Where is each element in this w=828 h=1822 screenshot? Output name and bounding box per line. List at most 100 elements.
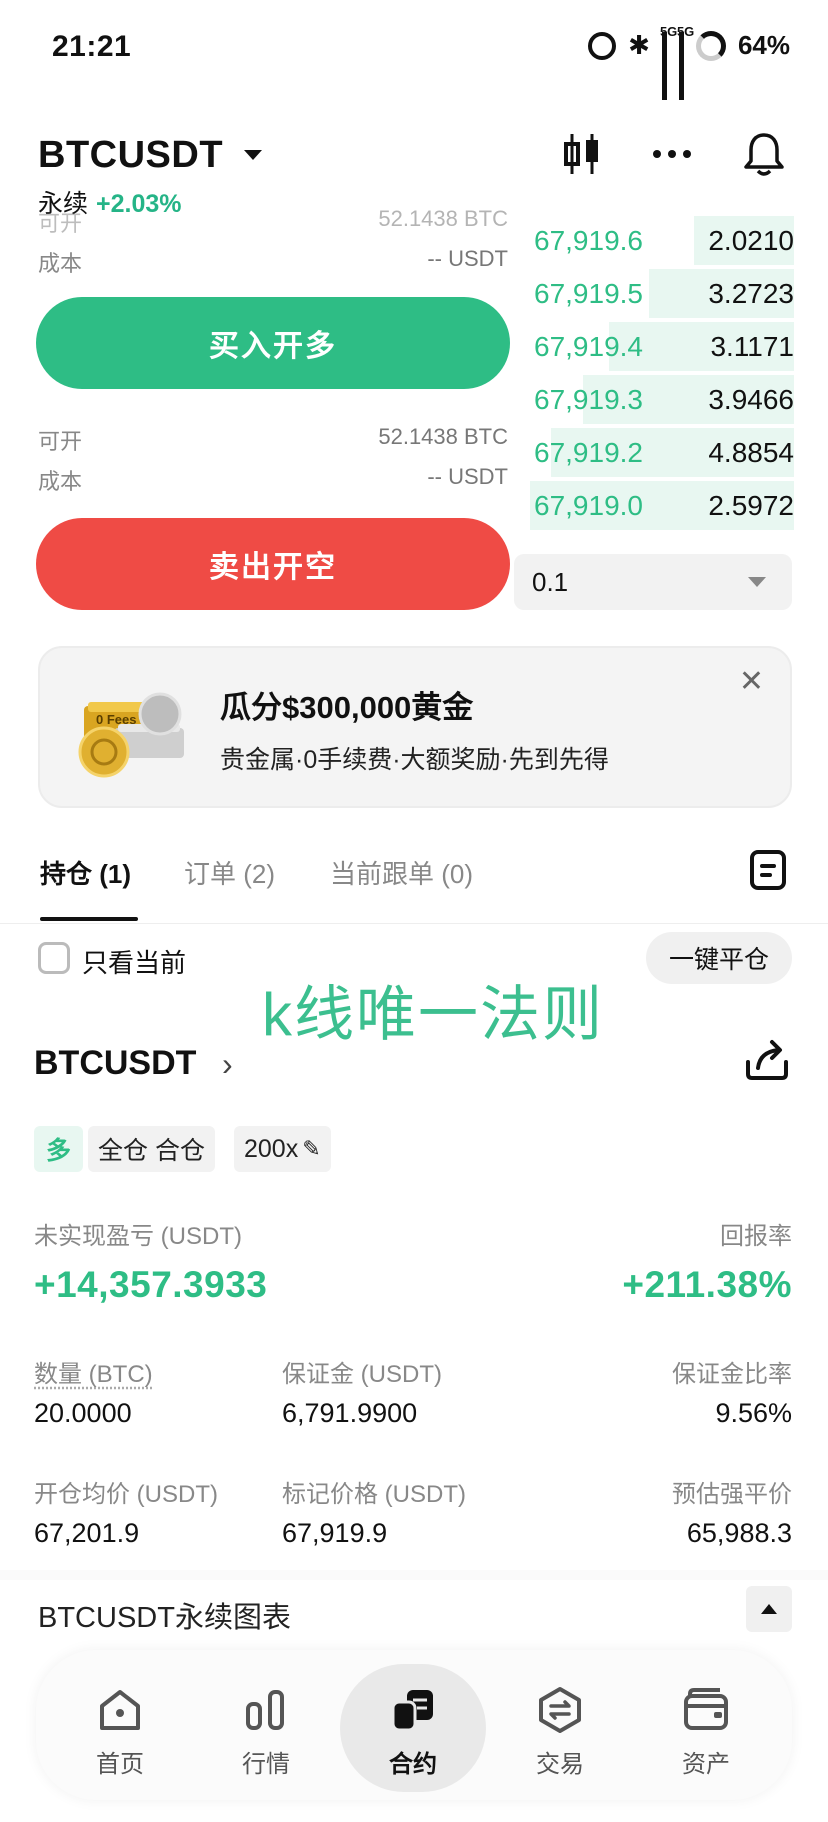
chart-collapse-button[interactable] [746, 1586, 792, 1632]
orderbook-row[interactable]: 67,919.3 3.9466 [530, 373, 794, 426]
roe-value: +211.38% [622, 1264, 792, 1305]
orderbook-qty: 2.5972 [708, 489, 794, 521]
margin-value: 6,791.9900 [282, 1398, 418, 1428]
futures-icon [389, 1686, 437, 1734]
tab-orders[interactable]: 订单 (2) [184, 854, 275, 891]
alarm-icon [588, 31, 617, 60]
nav-item-trade[interactable]: 交易 [490, 1650, 630, 1800]
chevron-right-icon[interactable]: › [222, 1046, 233, 1083]
leverage-badge[interactable]: 200x ✎ [234, 1126, 331, 1172]
document-icon[interactable] [750, 850, 786, 890]
position-pair[interactable]: BTCUSDT [34, 1044, 196, 1083]
entry-price-label: 开仓均价 (USDT) [34, 1481, 218, 1508]
trade-icon [536, 1686, 584, 1734]
position-tabs: 持仓 (1) 订单 (2) 当前跟单 (0) [0, 840, 828, 926]
liq-price-label: 预估强平价 [672, 1481, 792, 1508]
signal-label: 5G [676, 23, 695, 39]
available-value: 52.1438 BTC [378, 424, 508, 449]
signal-label: 5G [659, 23, 678, 39]
orderbook-price: 67,919.4 [534, 330, 643, 362]
edit-icon: ✎ [302, 1136, 321, 1161]
upnl-value: +14,357.3933 [34, 1264, 268, 1305]
gold-coins-icon: 0 Fees [74, 686, 190, 786]
signal-5g-icon: 5G [660, 24, 677, 100]
status-bar: 21:21 ✱ 5G 5G 64% [0, 0, 828, 100]
orderbook-qty: 2.0210 [708, 224, 794, 256]
cost-value: -- USDT [427, 464, 508, 489]
margin-ratio-value: 9.56% [715, 1398, 792, 1428]
nav-label: 交易 [536, 1751, 584, 1778]
bottom-nav: 首页 行情 合约 交易 资产 [36, 1650, 792, 1800]
status-time: 21:21 [52, 30, 132, 63]
wallet-icon [682, 1686, 730, 1734]
nav-item-home[interactable]: 首页 [50, 1650, 190, 1800]
orderbook-row[interactable]: 67,919.2 4.8854 [530, 426, 794, 479]
available-value: 52.1438 BTC [378, 206, 508, 231]
nav-item-futures[interactable]: 合约 [343, 1650, 483, 1800]
nav-label: 首页 [96, 1751, 144, 1778]
available-row-faded: 可开 52.1438 BTC [38, 206, 508, 238]
nav-item-assets[interactable]: 资产 [636, 1650, 776, 1800]
share-icon[interactable] [744, 1036, 790, 1082]
nav-item-market[interactable]: 行情 [196, 1650, 336, 1800]
cost-row: 成本 -- USDT [38, 464, 508, 496]
tab-copy-trading[interactable]: 当前跟单 (0) [330, 854, 473, 891]
orderbook-price: 67,919.2 [534, 436, 643, 468]
section-separator [0, 1570, 828, 1580]
caret-up-icon [761, 1604, 777, 1614]
buy-long-button[interactable]: 买入开多 [36, 297, 510, 389]
margin-ratio-label: 保证金比率 [672, 1361, 792, 1388]
signal-5g-icon: 5G [677, 24, 694, 100]
leverage-value: 200x [244, 1134, 299, 1163]
cost-label: 成本 [38, 469, 83, 494]
more-icon[interactable] [648, 130, 696, 178]
pair-selector[interactable]: BTCUSDT [38, 134, 223, 177]
liq-price-value: 65,988.3 [686, 1518, 792, 1548]
nav-label: 合约 [389, 1751, 437, 1778]
battery-ring-icon [695, 30, 726, 61]
orderbook-qty: 4.8854 [708, 436, 794, 468]
entry-price-value: 67,201.9 [34, 1518, 140, 1548]
bluetooth-icon: ✱ [628, 30, 650, 60]
only-current-label: 只看当前 [82, 948, 187, 978]
cost-label: 成本 [38, 251, 83, 276]
tab-positions[interactable]: 持仓 (1) [40, 854, 131, 891]
watermark-text: k线唯一法则 [262, 981, 604, 1048]
orderbook-row[interactable]: 67,919.6 2.0210 [530, 214, 794, 267]
bell-icon[interactable] [740, 130, 788, 178]
sell-short-button[interactable]: 卖出开空 [36, 518, 510, 610]
cost-row-faded: 成本 -- USDT [38, 246, 508, 278]
orderbook-row[interactable]: 67,919.4 3.1171 [530, 320, 794, 373]
order-book: 67,919.6 2.0210 67,919.5 3.2723 67,919.4 3.11… [530, 214, 794, 532]
promo-subtitle: 贵金属·0手续费·大额奖励·先到先得 [220, 746, 609, 774]
cost-value: -- USDT [427, 246, 508, 271]
close-all-button[interactable]: 一键平仓 [646, 932, 792, 984]
depth-precision-value: 0.1 [532, 566, 569, 597]
battery-level: 64% [737, 30, 790, 60]
margin-label: 保证金 (USDT) [282, 1361, 442, 1388]
mark-price-value: 67,919.9 [282, 1518, 388, 1548]
mark-price-label: 标记价格 (USDT) [282, 1481, 466, 1508]
orderbook-row[interactable]: 67,919.0 2.5972 [530, 479, 794, 532]
chart-section-title[interactable]: BTCUSDT永续图表 [38, 1594, 291, 1636]
candlestick-icon[interactable] [558, 130, 606, 178]
orderbook-price: 67,919.6 [534, 224, 643, 256]
market-icon [242, 1686, 290, 1734]
orderbook-price: 67,919.3 [534, 383, 643, 415]
orderbook-qty: 3.2723 [708, 277, 794, 309]
orderbook-qty: 3.1171 [710, 330, 794, 362]
home-icon [96, 1686, 144, 1734]
promo-banner[interactable]: 0 Fees 瓜分$300,000黄金 贵金属·0手续费·大额奖励·先到先得 ✕ [38, 646, 792, 808]
caret-down-icon[interactable] [244, 150, 262, 160]
orderbook-price: 67,919.5 [534, 277, 643, 309]
depth-precision-select[interactable]: 0.1 [514, 554, 792, 610]
side-badge: 多 [34, 1126, 84, 1172]
nav-label: 行情 [242, 1751, 290, 1778]
caret-down-icon [748, 577, 766, 587]
margin-mode-badge[interactable]: 全仓 合仓 [88, 1126, 215, 1172]
only-current-checkbox[interactable] [38, 942, 70, 974]
close-icon[interactable]: ✕ [739, 664, 764, 699]
nav-label: 资产 [682, 1751, 730, 1778]
orderbook-row[interactable]: 67,919.5 3.2723 [530, 267, 794, 320]
available-label: 可开 [38, 429, 83, 454]
